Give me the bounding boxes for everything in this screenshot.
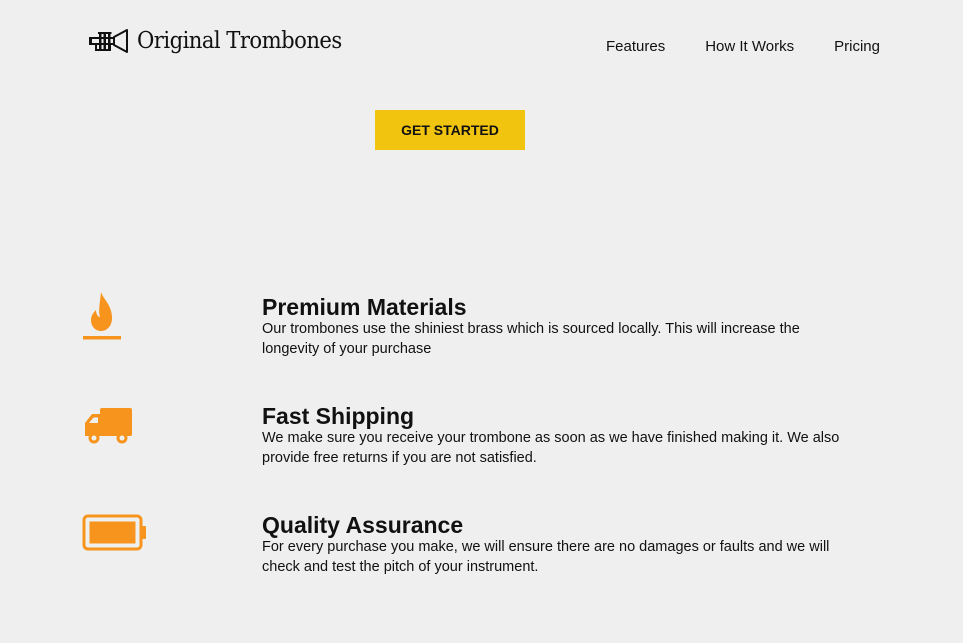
get-started-button[interactable]: GET STARTED — [375, 110, 525, 150]
feature-description: We make sure you receive your trombone a… — [262, 430, 840, 466]
nav-link-features[interactable]: Features — [606, 38, 665, 55]
nav-link-pricing[interactable]: Pricing — [834, 38, 880, 55]
feature-description: For every purchase you make, we will ens… — [262, 539, 830, 575]
trumpet-icon — [88, 26, 130, 56]
feature-title: Quality Assurance — [262, 512, 464, 538]
brand-logo[interactable]: Original Trombones — [88, 26, 359, 56]
fire-icon — [82, 290, 124, 347]
feature-title: Premium Materials — [262, 294, 467, 320]
page: Original Trombones Features How It Works… — [0, 0, 963, 643]
feature-description: Our trombones use the shiniest brass whi… — [262, 321, 800, 357]
brand-name: Original Trombones — [137, 28, 342, 54]
main-nav: Features How It Works Pricing — [606, 38, 880, 55]
nav-link-how-it-works[interactable]: How It Works — [705, 38, 794, 55]
truck-icon — [82, 405, 134, 450]
battery-full-icon — [82, 514, 148, 557]
feature-title: Fast Shipping — [262, 403, 415, 429]
